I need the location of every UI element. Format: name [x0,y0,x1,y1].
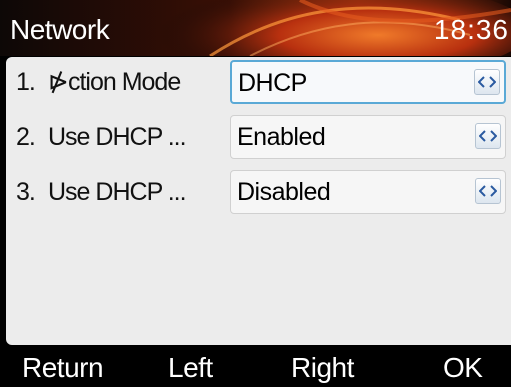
row-label-text: Use DHCP ... [48,123,187,151]
phone-screen: Network 18:36 1. ⋫ction Mode DHCP 2. Use D… [0,0,511,387]
connection-mode-select[interactable]: DHCP [230,60,506,104]
select-value: DHCP [238,69,307,97]
page-title: Network [10,14,110,45]
row-label: 2. Use DHCP ... [16,112,187,162]
row-label: 1. ⋫ction Mode [16,57,181,107]
row-label-text: ⋫ction Mode [48,68,181,96]
left-right-arrows-icon[interactable] [475,123,501,149]
use-dhcp-select-1[interactable]: Enabled [230,115,506,159]
list-item-use-dhcp-1[interactable]: 2. Use DHCP ... Enabled [6,112,511,162]
header-bar: Network 18:36 [0,0,511,56]
clock: 18:36 [433,14,509,45]
left-softkey[interactable]: Left [168,350,213,386]
row-number: 1. [16,68,36,96]
ok-softkey[interactable]: OK [443,350,483,386]
select-value: Enabled [237,123,326,151]
softkey-bar: Return Left Right OK [0,346,511,387]
use-dhcp-select-2[interactable]: Disabled [230,170,506,214]
row-number: 3. [16,178,36,206]
list-item-connection-mode[interactable]: 1. ⋫ction Mode DHCP [6,57,511,107]
return-softkey[interactable]: Return [22,350,104,386]
row-number: 2. [16,123,36,151]
list-item-use-dhcp-2[interactable]: 3. Use DHCP ... Disabled [6,167,511,217]
row-label: 3. Use DHCP ... [16,167,187,217]
select-value: Disabled [237,178,331,206]
left-right-arrows-icon[interactable] [474,69,500,95]
right-softkey[interactable]: Right [291,350,354,386]
row-label-text: Use DHCP ... [48,178,187,206]
left-right-arrows-icon[interactable] [475,178,501,204]
settings-panel: 1. ⋫ction Mode DHCP 2. Use DHCP ... Enable… [6,57,511,345]
